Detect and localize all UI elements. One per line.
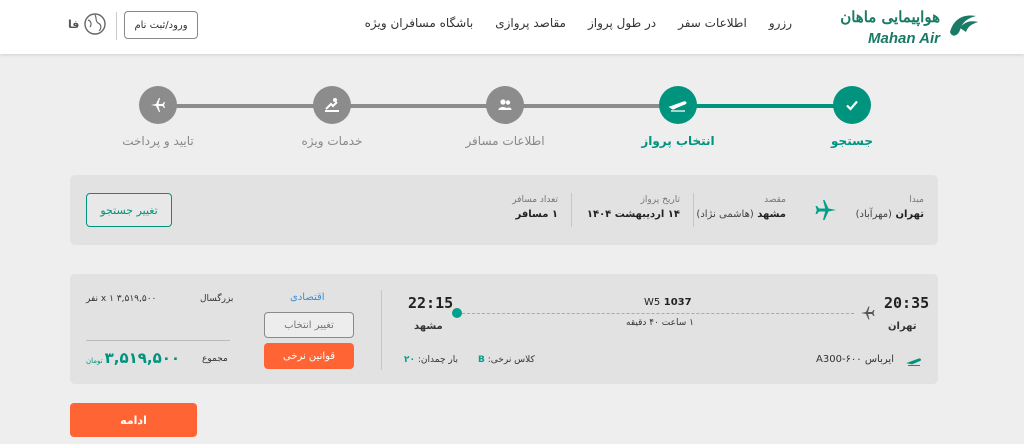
booking-steps: جستجو انتخاب پرواز اطلاعات مسافر خدمات و… bbox=[0, 86, 1024, 156]
adult-label: بزرگسال bbox=[200, 294, 234, 304]
origin-city: تهران bbox=[895, 209, 924, 220]
date-value: ۱۴ اردیبهشت ۱۴۰۴ bbox=[586, 209, 680, 220]
logo-mark-icon bbox=[950, 15, 978, 36]
route-line bbox=[462, 313, 854, 314]
continue-button[interactable]: ادامه bbox=[70, 403, 197, 437]
total-label: مجموع bbox=[202, 354, 228, 364]
total-value: ۳,۵۱۹,۵۰۰ bbox=[104, 349, 181, 367]
plane-icon bbox=[861, 306, 875, 320]
step-select-flight[interactable]: انتخاب پرواز bbox=[628, 86, 728, 148]
change-selection-button[interactable]: تغییر انتخاب bbox=[264, 312, 354, 338]
step-label: انتخاب پرواز bbox=[641, 134, 715, 148]
nav-item-destinations[interactable]: مقاصد پروازی bbox=[495, 16, 566, 30]
step-special-services[interactable]: خدمات ویژه bbox=[282, 86, 382, 148]
users-icon bbox=[498, 99, 512, 110]
passenger-count-label: تعداد مسافر bbox=[512, 195, 558, 205]
departure-city: تهران bbox=[888, 321, 917, 332]
origin-airport: (مهرآباد) bbox=[855, 209, 892, 220]
destination-field: مقصد مشهد (هاشمی نژاد) bbox=[696, 195, 786, 220]
passenger-count-field: تعداد مسافر ۱ مسافر bbox=[512, 195, 558, 220]
origin-label: مبدا bbox=[909, 195, 924, 205]
header: هواپیمایی ماهان Mahan Air رزرو اطلاعات س… bbox=[0, 0, 1024, 54]
cabin-class: اقتصادی bbox=[290, 292, 325, 303]
price-divider bbox=[86, 340, 230, 341]
destination-airport: (هاشمی نژاد) bbox=[696, 209, 754, 220]
step-label: جستجو bbox=[831, 134, 873, 148]
nav-item-club[interactable]: باشگاه مسافران ویژه bbox=[365, 16, 474, 30]
language-switch[interactable]: فا bbox=[68, 12, 107, 36]
mahan-air-logo[interactable]: هواپیمایی ماهان Mahan Air bbox=[820, 6, 978, 48]
passenger-count-value: ۱ مسافر bbox=[515, 209, 558, 220]
arrival-city: مشهد bbox=[414, 321, 443, 332]
step-line-pending bbox=[158, 104, 680, 108]
language-label: فا bbox=[68, 17, 80, 31]
step-label: اطلاعات مسافر bbox=[465, 134, 545, 148]
date-field: تاریخ پرواز ۱۴ اردیبهشت ۱۴۰۴ bbox=[587, 195, 680, 220]
step-label: تایید و پرداخت bbox=[122, 134, 194, 148]
login-button[interactable]: ورود/ثبت نام bbox=[124, 11, 198, 39]
globe-icon bbox=[84, 13, 107, 35]
step-circle bbox=[833, 86, 871, 124]
card-divider bbox=[381, 290, 382, 370]
date-label: تاریخ پرواز bbox=[640, 195, 680, 205]
baggage-value: ۲۰ bbox=[404, 355, 415, 365]
header-divider bbox=[116, 12, 117, 40]
logo-text-en: Mahan Air bbox=[868, 30, 940, 47]
destination-value: مشهد (هاشمی نژاد) bbox=[696, 209, 786, 220]
step-circle bbox=[659, 86, 697, 124]
airline-code: W5 bbox=[644, 297, 661, 308]
baggage-label: بار چمدان: bbox=[417, 355, 458, 365]
search-summary: مبدا تهران (مهرآباد) مقصد مشهد (هاشمی نژ… bbox=[70, 175, 938, 245]
service-icon bbox=[325, 98, 339, 112]
arrival-time: 22:15 bbox=[408, 294, 454, 312]
baggage-allowance: بار چمدان: ۲۰ bbox=[404, 355, 458, 365]
aircraft-type: ایرباس ۶۰۰-A300 bbox=[816, 354, 894, 365]
step-circle bbox=[313, 86, 351, 124]
adult-price: ۳,۵۱۹,۵۰۰ x ۱ نفر bbox=[86, 294, 157, 304]
flight-card[interactable]: 20:35 تهران 22:15 مشهد W5 1037 ۱ ساعت ۴۰… bbox=[70, 274, 938, 384]
nav-item-booking[interactable]: رزرو bbox=[769, 16, 792, 30]
destination-city: مشهد bbox=[757, 209, 786, 220]
flight-number: W5 1037 bbox=[644, 297, 692, 308]
step-circle bbox=[139, 86, 177, 124]
fare-class-label: کلاس نرخی: bbox=[487, 355, 535, 365]
total-unit: تومان bbox=[86, 357, 103, 365]
step-circle bbox=[486, 86, 524, 124]
step-label: خدمات ویژه bbox=[301, 134, 363, 148]
divider bbox=[571, 193, 572, 227]
departure-time: 20:35 bbox=[884, 294, 930, 312]
flight-duration: ۱ ساعت ۴۰ دقیقه bbox=[626, 318, 694, 328]
nav-item-travel-info[interactable]: اطلاعات سفر bbox=[678, 16, 747, 30]
plane-icon bbox=[815, 200, 836, 220]
divider bbox=[693, 193, 694, 227]
check-icon bbox=[846, 100, 858, 111]
plane-departure-icon bbox=[668, 101, 687, 112]
flight-digits: 1037 bbox=[663, 297, 692, 308]
nav-item-in-flight[interactable]: در طول پرواز bbox=[588, 16, 656, 30]
origin-field: مبدا تهران (مهرآباد) bbox=[856, 195, 924, 220]
main-nav: رزرو اطلاعات سفر در طول پرواز مقاصد پروا… bbox=[365, 16, 792, 30]
destination-dot bbox=[452, 308, 462, 318]
step-confirm-pay[interactable]: تایید و پرداخت bbox=[108, 86, 208, 148]
change-search-button[interactable]: تغییر جستجو bbox=[86, 193, 172, 227]
step-search[interactable]: جستجو bbox=[802, 86, 902, 148]
destination-label: مقصد bbox=[764, 195, 786, 205]
fare-class: کلاس نرخی: B bbox=[478, 355, 535, 365]
plane-icon bbox=[151, 98, 165, 112]
total-price: ۳,۵۱۹,۵۰۰تومان bbox=[86, 349, 180, 367]
fare-class-value: B bbox=[478, 355, 485, 365]
logo-text-fa: هواپیمایی ماهان bbox=[840, 8, 940, 26]
origin-value: تهران (مهرآباد) bbox=[856, 209, 924, 220]
airline-tail-icon bbox=[906, 358, 921, 366]
fare-rules-button[interactable]: قوانین نرخی bbox=[264, 343, 354, 369]
step-passenger-info[interactable]: اطلاعات مسافر bbox=[455, 86, 555, 148]
